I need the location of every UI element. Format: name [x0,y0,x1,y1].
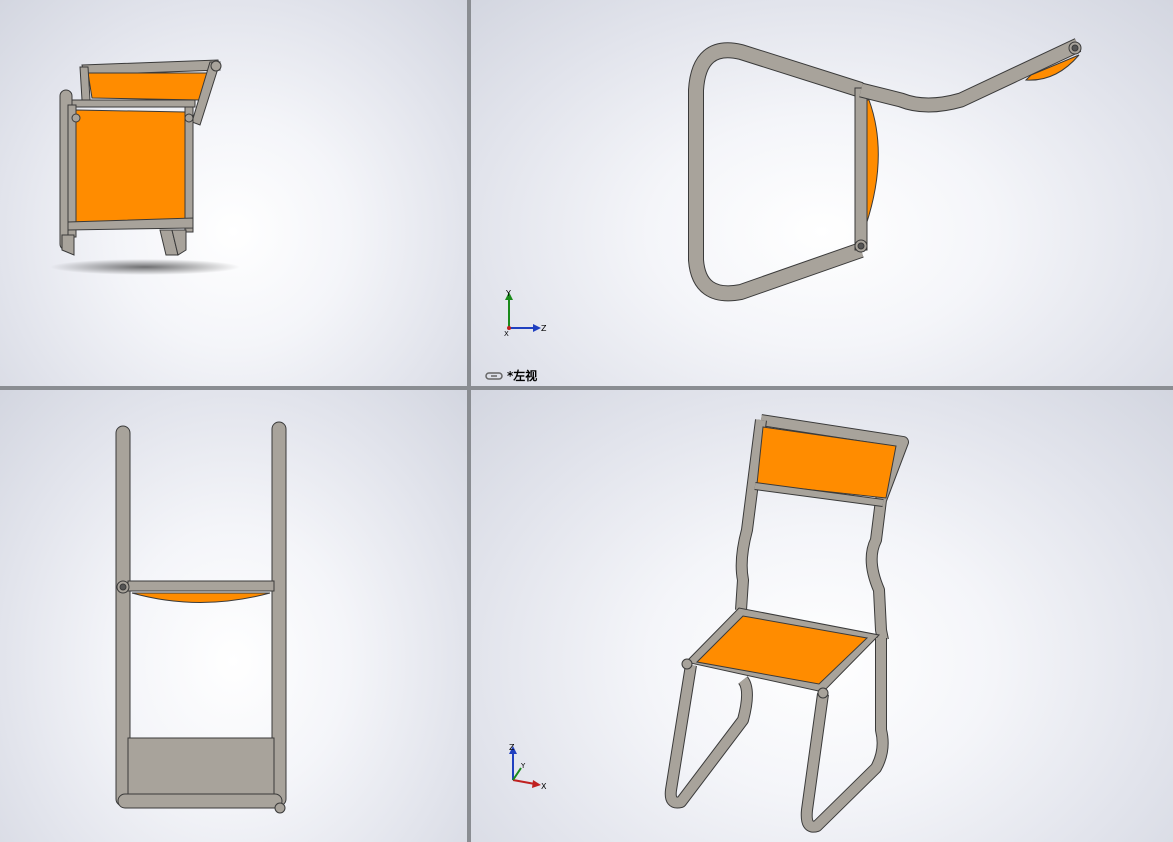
view-name-label[interactable]: *左视 [485,367,537,384]
coordinate-triad-icon: Z Y X [509,743,547,791]
chair-model-view [115,421,287,814]
chair-model-view [664,414,909,833]
viewport-top-left[interactable] [0,0,467,386]
chair-model-view [50,59,240,275]
viewport-bottom-right[interactable]: Z Y X [471,390,1173,842]
triad-axis-y: Y [505,289,511,298]
chair-model-view [688,38,1082,302]
link-icon [485,371,503,380]
view-name-text: *左视 [507,369,538,383]
viewport-top-right[interactable]: Y X Z *左视 [471,0,1173,386]
viewport-bottom-left[interactable] [0,390,467,842]
triad-axis-x: X [504,330,509,338]
triad-axis-z: Z [509,743,515,752]
triad-axis-y: Y [520,762,526,770]
triad-axis-z: Z [541,324,547,333]
coordinate-triad-icon: Y X Z [504,289,547,338]
triad-axis-x: X [541,782,547,791]
